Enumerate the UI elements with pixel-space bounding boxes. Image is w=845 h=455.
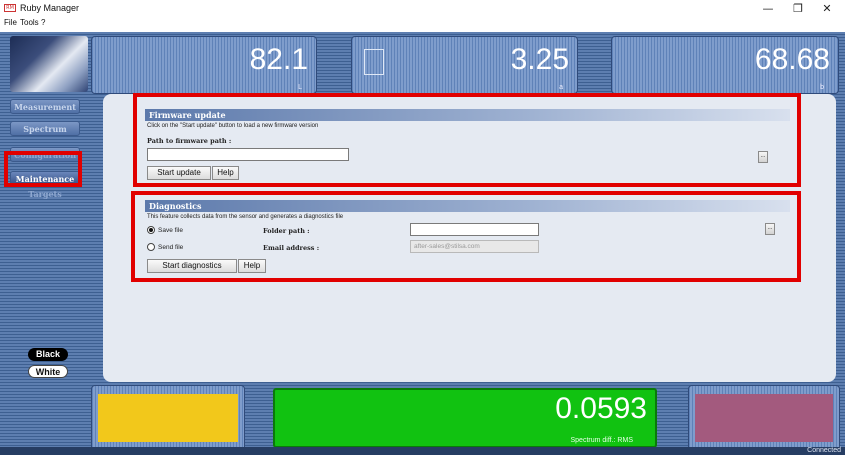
maintenance-highlight [4,151,82,187]
spectrum-diff-panel: 0.0593 Spectrum diff.: RMS [273,388,657,448]
white-theme-button[interactable]: White [28,365,68,378]
l-label: L [298,84,302,91]
nav-targets[interactable]: Targets [10,189,80,200]
menu-file[interactable]: File [4,18,17,27]
logo-image [10,36,88,92]
black-theme-button[interactable]: Black [28,348,68,361]
a-label: a [559,84,563,91]
connection-status: Connected [807,447,841,454]
l-value: 82.1 [249,43,308,76]
spectrum-diff-value: 0.0593 [555,392,647,425]
title-bar: RM Ruby Manager — ❐ ✕ [0,0,845,20]
b-label: b [820,84,824,91]
minimize-button[interactable]: — [760,2,776,15]
nav-spectrum[interactable]: Spectrum [10,121,80,136]
diagnostics-highlight [131,191,801,282]
measured-color-swatch [695,394,833,442]
menu-help[interactable]: ? [41,18,45,27]
firmware-highlight [133,93,801,187]
color-swatch-icon [364,49,384,75]
app-icon: RM [4,4,16,12]
nav-measurement[interactable]: Measurement [10,99,80,114]
maintenance-panel: Firmware update Click on the "Start upda… [103,93,836,382]
a-value: 3.25 [510,43,569,76]
close-button[interactable]: ✕ [819,2,835,15]
b-value: 68.68 [754,43,830,76]
a-value-panel: 3.25 a [351,36,578,94]
menu-bar: File Tools ? [0,18,845,30]
measured-color-panel [688,385,840,451]
maximize-button[interactable]: ❐ [790,2,806,15]
reference-color-swatch [98,394,238,442]
app-title: Ruby Manager [20,3,80,13]
b-value-panel: 68.68 b [611,36,839,94]
reference-color-panel [91,385,245,451]
l-value-panel: 82.1 L [91,36,317,94]
spectrum-diff-label: Spectrum diff.: RMS [570,437,633,444]
app-main: 82.1 L 3.25 a 68.68 b Measurement Spectr… [0,32,845,455]
status-bar: Connected [0,447,845,455]
menu-tools[interactable]: Tools [20,18,39,27]
